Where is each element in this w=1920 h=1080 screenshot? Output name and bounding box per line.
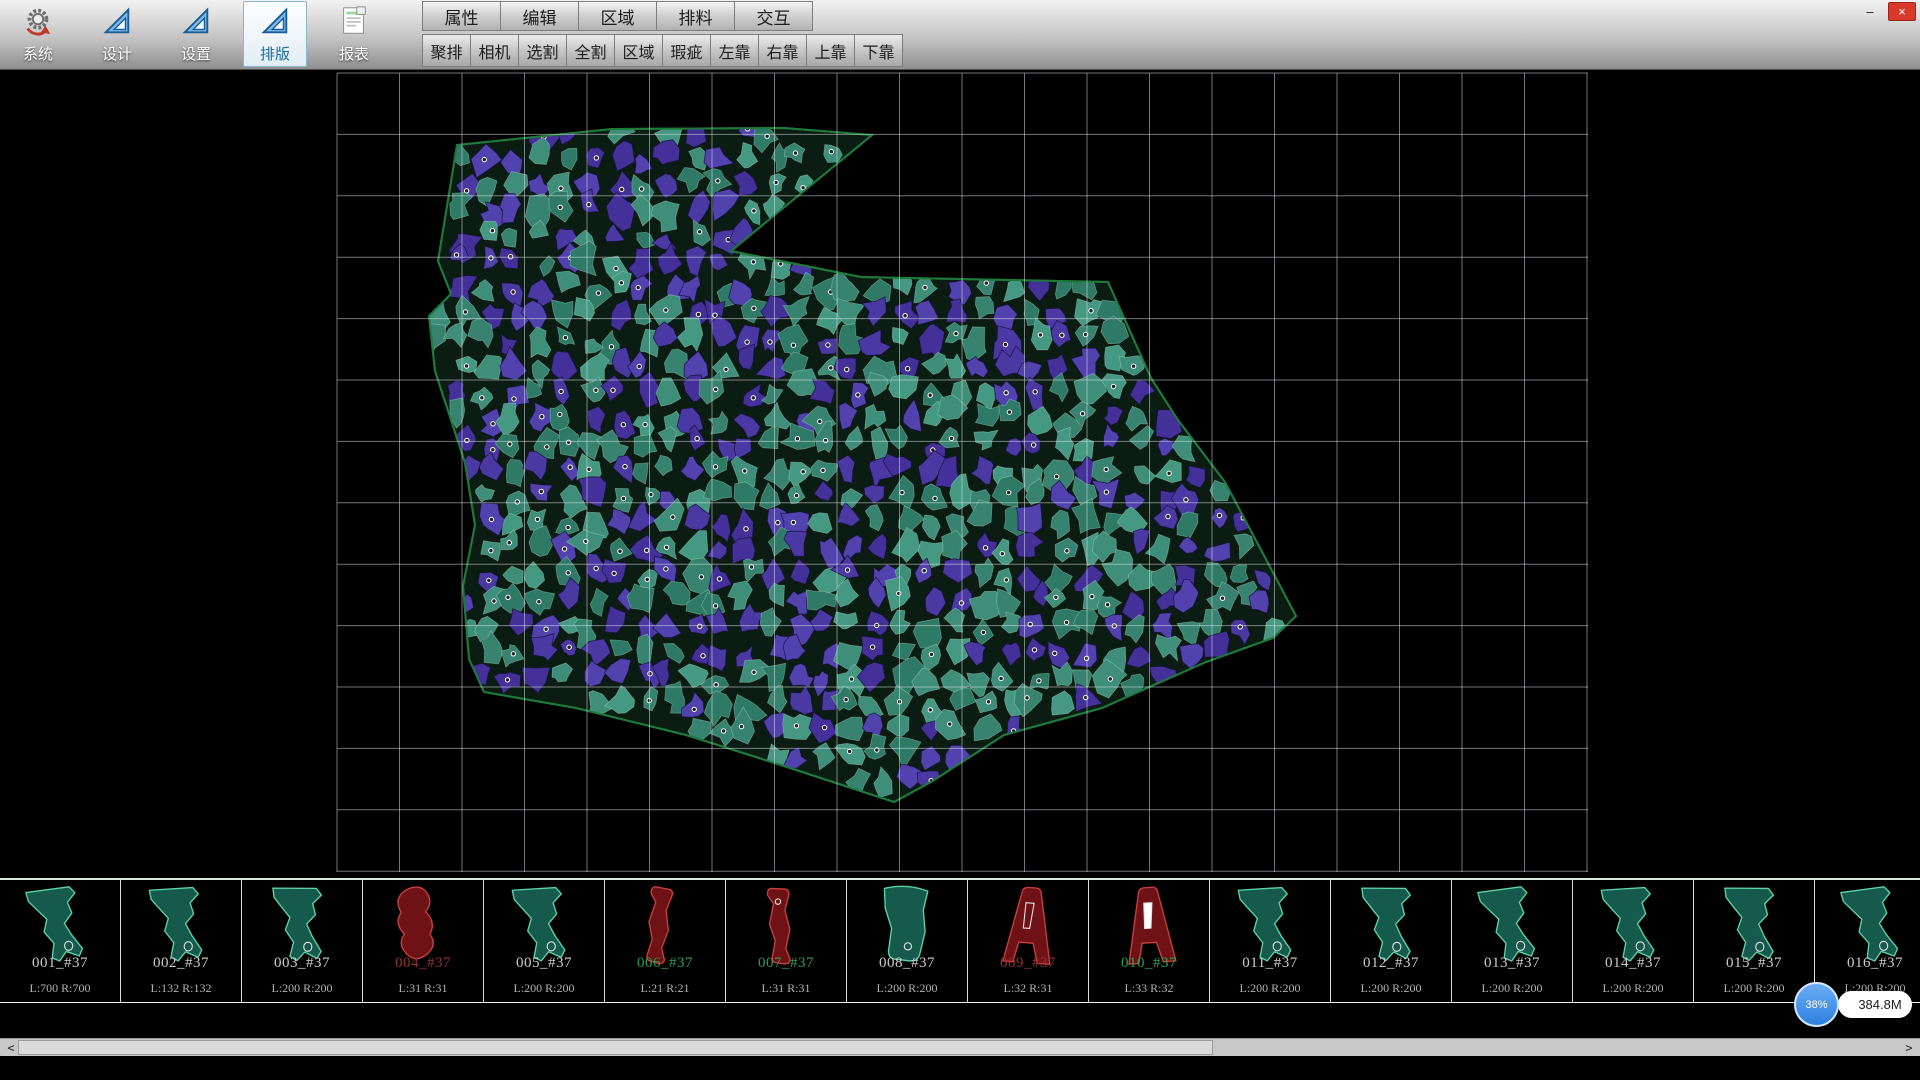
nesting-canvas[interactable] [0,70,1920,878]
app-window: 系统 设计 设置 [0,0,1920,1080]
part-thumbnail-012_#37[interactable]: 012_#37 L:200 R:200 [1331,880,1452,1002]
part-name: 007_#37 [726,955,846,972]
part-counts: L:200 R:200 [1331,981,1451,996]
main-nav: 系统 设计 设置 [6,1,386,67]
tool-select-cut[interactable]: 选割 [518,34,567,67]
part-counts: L:200 R:200 [484,981,604,996]
parts-strip: 001_#37 L:700 R:700 002_#37 L:132 R:132 … [0,878,1920,1003]
part-counts: L:700 R:700 [0,981,120,996]
tool-cut-all[interactable]: 全割 [566,34,615,67]
part-counts: L:200 R:200 [242,981,362,996]
part-name: 002_#37 [121,955,241,972]
tool-region[interactable]: 区域 [614,34,663,67]
part-name: 009_#37 [968,955,1088,972]
part-name: 013_#37 [1452,955,1572,972]
part-counts: L:33 R:32 [1089,981,1209,996]
set-square-icon [101,5,133,42]
part-counts: L:31 R:31 [726,981,846,996]
part-name: 016_#37 [1815,955,1920,972]
menu-bar: 属性 编辑 区域 排料 交互 [422,1,812,31]
part-counts: L:21 R:21 [605,981,725,996]
part-thumbnail-013_#37[interactable]: 013_#37 L:200 R:200 [1452,880,1573,1002]
scroll-right-arrow[interactable]: > [1900,1039,1918,1057]
part-counts: L:32 R:31 [968,981,1088,996]
tool-camera[interactable]: 相机 [470,34,519,67]
set-square-icon [180,5,212,42]
menu-edit[interactable]: 编辑 [500,1,579,31]
part-thumbnail-002_#37[interactable]: 002_#37 L:132 R:132 [121,880,242,1002]
part-name: 001_#37 [0,955,120,972]
nav-tab-system[interactable]: 系统 [6,1,70,67]
part-counts: L:132 R:132 [121,981,241,996]
tool-cluster-nest[interactable]: 聚排 [422,34,471,67]
progress-circle: 38% [1794,982,1839,1027]
nav-tab-label: 设置 [181,43,211,64]
tool-align-right[interactable]: 右靠 [758,34,807,67]
close-button[interactable]: × [1888,2,1916,21]
nav-tab-layout[interactable]: 排版 [243,1,307,67]
part-name: 004_#37 [363,955,483,972]
tool-defect[interactable]: 瑕疵 [662,34,711,67]
nav-tab-settings[interactable]: 设置 [164,1,228,67]
report-icon [338,5,370,42]
part-thumbnail-005_#37[interactable]: 005_#37 L:200 R:200 [484,880,605,1002]
nav-tab-label: 排版 [260,43,290,64]
part-name: 003_#37 [242,955,362,972]
scrollbar-thumb[interactable] [18,1040,1213,1055]
part-name: 005_#37 [484,955,604,972]
memory-pill: 384.8M [1838,991,1912,1018]
menu-properties[interactable]: 属性 [422,1,501,31]
menu-interaction[interactable]: 交互 [734,1,813,31]
part-name: 006_#37 [605,955,725,972]
part-thumbnail-006_#37[interactable]: 006_#37 L:21 R:21 [605,880,726,1002]
part-thumbnail-009_#37[interactable]: 009_#37 L:32 R:31 [968,880,1089,1002]
part-thumbnail-014_#37[interactable]: 014_#37 L:200 R:200 [1573,880,1694,1002]
tool-align-bottom[interactable]: 下靠 [854,34,903,67]
part-thumbnail-007_#37[interactable]: 007_#37 L:31 R:31 [726,880,847,1002]
part-name: 014_#37 [1573,955,1693,972]
part-thumbnail-003_#37[interactable]: 003_#37 L:200 R:200 [242,880,363,1002]
toolbar: 系统 设计 设置 [0,0,1920,70]
memory-indicator: 384.8M 38% [1794,982,1912,1028]
window-controls: – × [1856,2,1916,21]
part-name: 011_#37 [1210,955,1330,972]
set-square-icon [259,5,291,42]
part-counts: L:200 R:200 [847,981,967,996]
nav-tab-label: 报表 [339,43,369,64]
minimize-button[interactable]: – [1856,2,1884,21]
part-counts: L:200 R:200 [1452,981,1572,996]
nav-tab-label: 设计 [102,43,132,64]
gear-icon [22,5,54,42]
tool-align-top[interactable]: 上靠 [806,34,855,67]
part-name: 008_#37 [847,955,967,972]
part-name: 010_#37 [1089,955,1209,972]
part-counts: L:200 R:200 [1210,981,1330,996]
nav-tab-label: 系统 [23,43,53,64]
part-thumbnail-008_#37[interactable]: 008_#37 L:200 R:200 [847,880,968,1002]
part-name: 015_#37 [1694,955,1814,972]
horizontal-scrollbar[interactable]: < > [0,1038,1920,1056]
nav-tab-report[interactable]: 报表 [322,1,386,67]
part-thumbnail-004_#37[interactable]: 004_#37 L:31 R:31 [363,880,484,1002]
part-name: 012_#37 [1331,955,1451,972]
part-thumbnail-011_#37[interactable]: 011_#37 L:200 R:200 [1210,880,1331,1002]
part-counts: L:200 R:200 [1573,981,1693,996]
menu-nesting[interactable]: 排料 [656,1,735,31]
menu-region[interactable]: 区域 [578,1,657,31]
tool-row: 聚排 相机 选割 全割 区域 瑕疵 左靠 右靠 上靠 下靠 [422,34,902,67]
part-thumbnail-001_#37[interactable]: 001_#37 L:700 R:700 [0,880,121,1002]
nav-tab-design[interactable]: 设计 [85,1,149,67]
part-counts: L:31 R:31 [363,981,483,996]
part-thumbnail-010_#37[interactable]: 010_#37 L:33 R:32 [1089,880,1210,1002]
tool-align-left[interactable]: 左靠 [710,34,759,67]
